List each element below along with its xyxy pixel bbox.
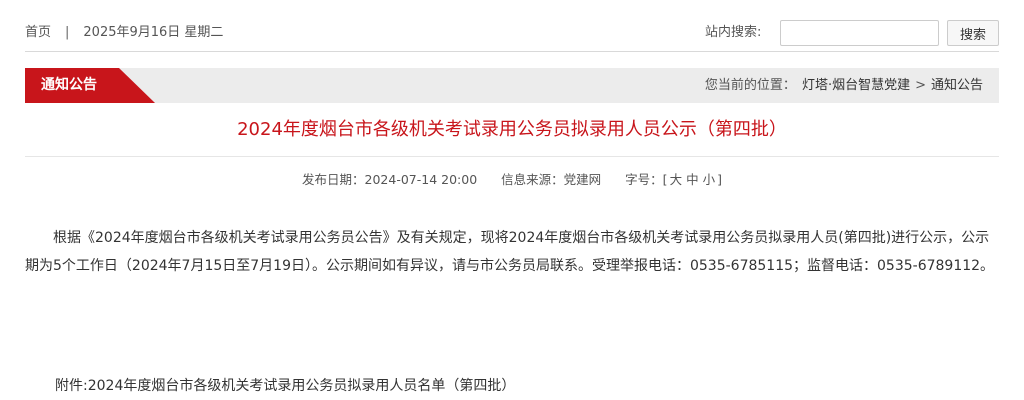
search-input[interactable]: [780, 20, 939, 46]
font-size-large-button[interactable]: 大: [670, 172, 683, 187]
top-separator: |: [65, 25, 70, 40]
title-divider: [25, 156, 999, 157]
source-value: 党建网: [563, 172, 602, 187]
article-body: 根据《2024年度烟台市各级机关考试录用公务员公告》及有关规定，现将2024年度…: [25, 230, 995, 274]
top-left-info: 首页 | 2025年9月16日 星期二: [25, 25, 223, 41]
font-size-bracket-open: [: [662, 172, 668, 187]
article-title: 2024年度烟台市各级机关考试录用公务员拟录用人员公示（第四批）: [237, 119, 787, 140]
section-header-bar: 通知公告 您当前的位置： 灯塔·烟台智慧党建 > 通知公告: [25, 68, 999, 103]
home-link[interactable]: 首页: [25, 25, 51, 40]
attachment-link[interactable]: 附件:2024年度烟台市各级机关考试录用公务员拟录用人员名单（第四批）: [55, 374, 515, 398]
breadcrumb-item-notices[interactable]: 通知公告: [931, 78, 983, 93]
section-tag-label: 通知公告: [41, 77, 97, 93]
font-size-label: 字号：: [625, 172, 663, 187]
breadcrumb-separator: >: [915, 78, 926, 93]
font-size-bracket-close: ]: [717, 172, 722, 187]
font-size-small-button[interactable]: 小: [703, 172, 716, 187]
search-button[interactable]: 搜索: [947, 20, 999, 46]
current-date: 2025年9月16日 星期二: [83, 25, 224, 40]
search-label: 站内搜索:: [705, 25, 762, 40]
publish-date-label: 发布日期：: [302, 172, 365, 187]
article-meta: 发布日期：2024-07-14 20:00 信息来源：党建网 字号：[大中小]: [25, 172, 999, 188]
breadcrumb-prefix: 您当前的位置：: [704, 78, 796, 93]
source-item: 信息来源：党建网: [501, 172, 601, 187]
breadcrumb: 您当前的位置： 灯塔·烟台智慧党建 > 通知公告: [705, 78, 983, 94]
source-label: 信息来源：: [501, 172, 564, 187]
breadcrumb-item-home[interactable]: 灯塔·烟台智慧党建: [802, 78, 910, 93]
publish-date-value: 2024-07-14 20:00: [364, 172, 478, 187]
publish-date-item: 发布日期：2024-07-14 20:00: [302, 172, 477, 187]
page: 首页 | 2025年9月16日 星期二 站内搜索: 搜索 通知公告 您当前的位置： 灯…: [25, 0, 999, 400]
font-size-item: 字号：[大中小]: [625, 172, 722, 187]
font-size-medium-button[interactable]: 中: [686, 172, 699, 187]
top-bar: 首页 | 2025年9月16日 星期二 站内搜索: 搜索: [25, 0, 999, 52]
